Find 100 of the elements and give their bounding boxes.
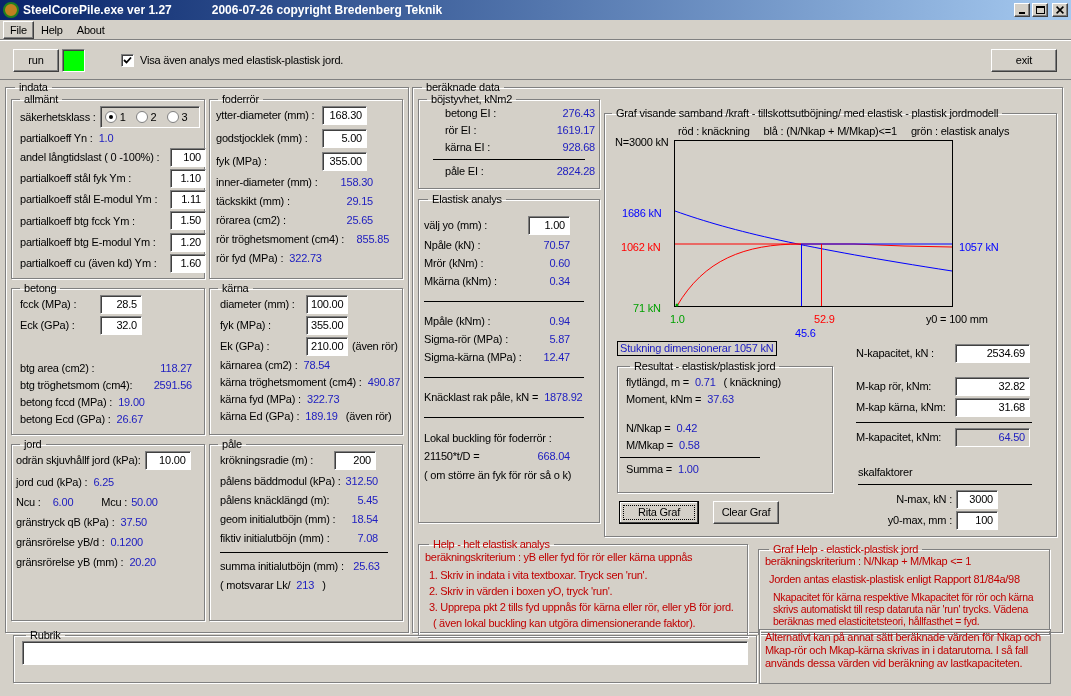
field-label: andel långtidslast ( 0 -100%) : bbox=[20, 149, 161, 165]
input-field[interactable]: 168.30 bbox=[322, 106, 367, 125]
checkbox-label: Visa även analys med elastisk-plastisk jord. bbox=[140, 52, 344, 68]
input-field[interactable]: 1.60 bbox=[170, 253, 206, 273]
field-value: 118.27 bbox=[159, 361, 192, 377]
field-note: ) bbox=[322, 578, 326, 594]
input-field[interactable]: 28.5 bbox=[100, 295, 142, 314]
field-label: partialkoeff Yn : bbox=[20, 130, 93, 146]
field-label: M/Mkap = bbox=[626, 438, 673, 454]
input-field[interactable]: 1.20 bbox=[170, 232, 206, 252]
radio-button[interactable]: 3 bbox=[166, 108, 196, 126]
field-value: 668.04 bbox=[536, 449, 570, 465]
run-button[interactable]: run bbox=[13, 48, 59, 72]
field-value: 25.65 bbox=[345, 213, 373, 229]
input-field[interactable] bbox=[22, 641, 748, 665]
input-field[interactable]: 32.82 bbox=[955, 377, 1030, 396]
field-label: partialkoeff stål fyk Ym : bbox=[20, 171, 133, 187]
field-label: Mkärna (kNm) : bbox=[424, 274, 498, 290]
window-subtitle: 2006-07-26 copyright Bredenberg Teknik bbox=[211, 2, 443, 19]
field-label: fyk (MPa) : bbox=[220, 318, 272, 334]
menu-item[interactable]: Help bbox=[33, 20, 70, 39]
maximize-icon bbox=[1035, 6, 1045, 14]
exit-button[interactable]: exit bbox=[991, 48, 1057, 72]
info-note: Alternativt kan på annat sätt beräknade värden för Nkap och Mkap-rör och Mkap-kärna skrivas in i datarutorna. I så fall används dessa värden vid beräkning av lastkapaciteten. bbox=[759, 629, 1051, 684]
help-text: Jorden antas elastisk-plastisk enligt Rapport 81/84a/98 bbox=[768, 573, 1021, 585]
field-label: Npåle (kN) : bbox=[424, 238, 482, 254]
field-value: 7.08 bbox=[356, 531, 378, 547]
group-title: Graf Help - elastick-plastisk jord bbox=[772, 543, 920, 555]
field-value: 1.00 bbox=[678, 462, 699, 478]
group-title: kärna bbox=[221, 282, 250, 294]
help-text: ( även lokal buckling kan utgöra dimensionerande faktor). bbox=[432, 617, 697, 630]
field-value: 70.57 bbox=[542, 238, 570, 254]
field-label: Mpåle (kNm) : bbox=[424, 314, 492, 330]
field-label: kärna Ed (GPa) : bbox=[220, 409, 300, 425]
field-value: 2591.56 bbox=[152, 378, 192, 394]
field-label: påle EI : bbox=[445, 164, 485, 180]
field-value: 855.85 bbox=[355, 232, 390, 248]
graph-button[interactable]: Clear Graf bbox=[713, 501, 779, 524]
group-title: Help - helt elastisk analys bbox=[432, 538, 551, 550]
field-value: 37.50 bbox=[120, 515, 148, 531]
menu-item[interactable]: About bbox=[69, 20, 112, 39]
input-field[interactable]: 10.00 bbox=[144, 451, 191, 470]
field-label: N/Nkap = bbox=[626, 421, 671, 437]
field-value: 2824.28 bbox=[555, 164, 595, 180]
group-title: Graf visande samband /kraft - tillskottsutböjning/ med elastisk - plastisk jordmodell bbox=[615, 107, 1000, 119]
field-value: 312.50 bbox=[344, 474, 378, 490]
window-title: SteelCorePile.exe ver 1.27 bbox=[23, 2, 172, 19]
axis-label: y0 = 100 mm bbox=[926, 312, 988, 327]
input-field[interactable]: 1.11 bbox=[170, 190, 206, 210]
input-field[interactable]: 100 bbox=[170, 147, 206, 167]
help-text: 3. Upprepa pkt 2 tills fyd uppnås för kärna eller rör, eller yB för jord. bbox=[428, 601, 735, 614]
maximize-button[interactable] bbox=[1032, 3, 1048, 17]
input-field[interactable]: 100 bbox=[956, 511, 998, 530]
input-field[interactable]: 1.10 bbox=[170, 168, 206, 188]
field-value: 19.00 bbox=[118, 395, 145, 411]
input-field[interactable]: 200 bbox=[334, 451, 376, 470]
field-label: geom initialutböjn (mm) : bbox=[220, 512, 337, 528]
input-field[interactable]: 355.00 bbox=[306, 316, 348, 335]
input-field[interactable]: 1.50 bbox=[170, 211, 206, 231]
input-field[interactable]: 2534.69 bbox=[955, 344, 1030, 363]
checkbox[interactable] bbox=[121, 53, 134, 67]
radio-button[interactable]: 2 bbox=[135, 108, 165, 126]
field-value: 6.25 bbox=[93, 475, 114, 491]
field-label: kärna tröghetsmoment (cm4) : bbox=[220, 375, 362, 391]
marker-line bbox=[821, 243, 822, 307]
minimize-icon bbox=[1019, 12, 1025, 14]
field-value: 322.73 bbox=[306, 392, 340, 408]
field-label: M-kapacitet, kNm: bbox=[856, 430, 943, 446]
input-field[interactable]: 31.68 bbox=[955, 398, 1030, 417]
input-field[interactable]: 5.00 bbox=[322, 129, 367, 148]
input-field[interactable]: 355.00 bbox=[322, 152, 367, 171]
close-icon bbox=[1056, 6, 1064, 14]
field-value: 12.47 bbox=[542, 350, 570, 366]
input-field[interactable]: 210.00 bbox=[306, 337, 348, 356]
field-label: Mrör (kNm) : bbox=[424, 256, 485, 272]
info-text: ( om större än fyk för rör så o k) bbox=[424, 467, 572, 483]
field-label: rör fyd (MPa) : bbox=[216, 251, 284, 267]
input-field[interactable]: 32.0 bbox=[100, 316, 142, 335]
field-label: rör tröghetsmoment (cm4) : bbox=[216, 232, 345, 248]
input-field[interactable]: 100.00 bbox=[306, 295, 348, 314]
input-field[interactable]: 1.00 bbox=[528, 216, 570, 235]
field-value: 78.54 bbox=[303, 358, 331, 374]
minimize-button[interactable] bbox=[1014, 3, 1030, 17]
radio-button[interactable]: 1 bbox=[104, 108, 134, 126]
field-value: 0.58 bbox=[679, 438, 700, 454]
close-button[interactable] bbox=[1052, 3, 1068, 17]
field-label: diameter (mm) : bbox=[220, 297, 296, 313]
field-label: N-kapacitet, kN : bbox=[856, 346, 935, 362]
field-label: partialkoeff btg E-modul Ym : bbox=[20, 234, 157, 250]
axis-label: 45.6 bbox=[795, 326, 816, 341]
input-field[interactable]: 3000 bbox=[956, 490, 998, 509]
field-label: partialkoeff cu (även kd) Ym : bbox=[20, 256, 158, 272]
field-label: fiktiv initialutböjn (mm) : bbox=[220, 531, 331, 547]
menu-item[interactable]: File bbox=[3, 20, 34, 39]
field-label: välj yo (mm) : bbox=[424, 218, 489, 234]
field-value: 20.20 bbox=[129, 555, 156, 571]
field-note: (även rör) bbox=[345, 409, 392, 425]
field-label: pålens knäcklängd (m): bbox=[220, 493, 331, 509]
field-label: Ek (GPa) : bbox=[220, 339, 271, 355]
graph-button[interactable]: Rita Graf bbox=[619, 501, 699, 524]
